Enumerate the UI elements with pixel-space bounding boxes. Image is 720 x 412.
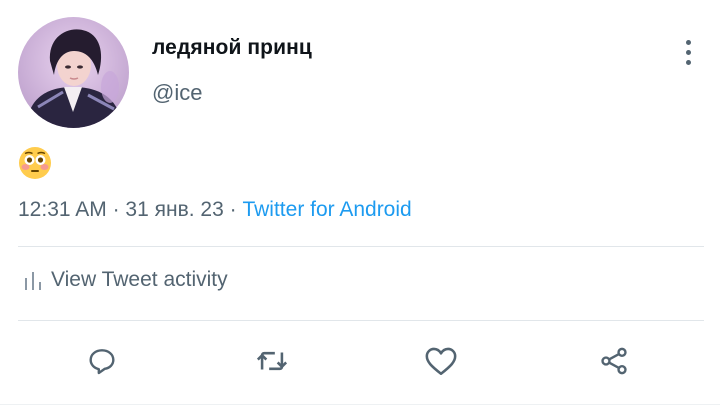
- bar-chart-icon: [24, 269, 42, 291]
- tweet-meta: 12:31 AM · 31 янв. 23 · Twitter for Andr…: [18, 198, 412, 222]
- meta-separator: ·: [112, 198, 120, 221]
- divider: [0, 404, 720, 405]
- share-button[interactable]: [596, 343, 632, 379]
- more-dot-icon: [685, 39, 691, 45]
- avatar[interactable]: [18, 17, 129, 128]
- author-name[interactable]: ледяной принц: [152, 36, 312, 60]
- tweet-date: 31 янв. 23: [125, 198, 224, 221]
- tweet-source-link[interactable]: Twitter for Android: [242, 198, 411, 221]
- share-icon: [601, 347, 627, 375]
- more-options-button[interactable]: [674, 34, 702, 70]
- meta-separator: ·: [229, 198, 237, 221]
- divider: [18, 246, 704, 247]
- reply-button[interactable]: [84, 343, 120, 379]
- divider: [18, 320, 704, 321]
- heart-icon: [425, 347, 457, 376]
- avatar-image: [18, 17, 129, 128]
- reply-icon: [89, 349, 115, 375]
- author-handle[interactable]: @ice: [152, 80, 202, 106]
- more-dot-icon: [685, 49, 691, 55]
- view-tweet-activity-button[interactable]: View Tweet activity: [24, 268, 228, 292]
- retweet-button[interactable]: [254, 343, 290, 379]
- view-tweet-activity-label: View Tweet activity: [51, 268, 228, 291]
- flushed-face-emoji: [18, 146, 52, 180]
- more-dot-icon: [685, 59, 691, 65]
- like-button[interactable]: [423, 343, 459, 379]
- tweet-time: 12:31 AM: [18, 198, 107, 221]
- retweet-icon: [256, 351, 288, 371]
